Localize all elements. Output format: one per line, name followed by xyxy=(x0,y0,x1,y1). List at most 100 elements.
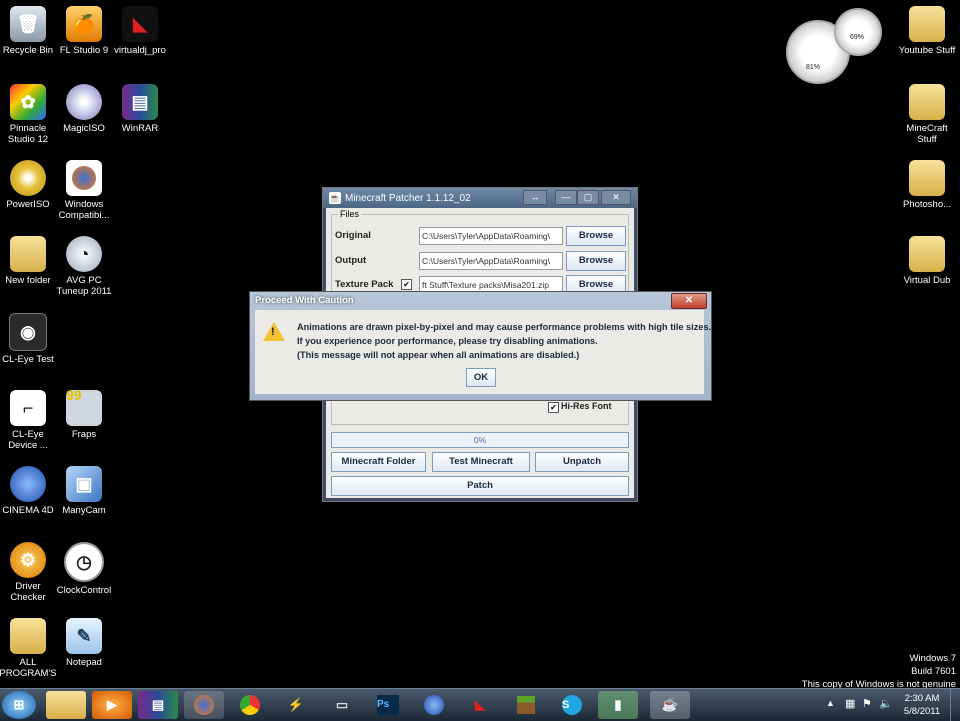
tray-clock[interactable]: 2:30 AM 5/8/2011 xyxy=(900,692,944,718)
taskbar-java-icon[interactable]: ☕ xyxy=(650,691,690,719)
desktop-icon-magiciso[interactable]: MagicISO xyxy=(53,84,115,134)
desktop-icon-fraps[interactable]: 99 Fraps xyxy=(53,388,115,440)
desktop-icon-minecraft-stuff[interactable]: MineCraft Stuff xyxy=(896,84,958,145)
icon-label: MagicISO xyxy=(63,123,105,134)
output-path-field[interactable]: C:\Users\Tyler\AppData\Roaming\ xyxy=(419,252,563,270)
tray-volume-icon[interactable]: 🔈 xyxy=(879,697,893,710)
warning-icon: ! xyxy=(263,322,285,341)
taskbar-virtualdj-icon[interactable]: ◣ xyxy=(460,691,500,719)
desktop-icon-all-programs[interactable]: ALL PROGRAM'S xyxy=(0,618,59,679)
tray-network-icon[interactable]: ▦ xyxy=(845,697,855,710)
icon-label: Notepad xyxy=(66,657,102,668)
taskbar-winamp-icon[interactable]: ⚡ xyxy=(276,691,316,719)
java-cup-icon: ☕ xyxy=(329,192,341,204)
minecraft-folder-button[interactable]: Minecraft Folder xyxy=(331,452,426,472)
desktop-icon-new-folder[interactable]: New folder xyxy=(0,236,59,286)
output-browse-button[interactable]: Browse xyxy=(566,251,626,271)
watermark-line-1: Windows 7 xyxy=(909,653,956,664)
desktop-icon-avg[interactable]: ◔ AVG PC Tuneup 2011 xyxy=(53,236,115,297)
minimize-button[interactable]: — xyxy=(555,190,577,205)
taskbar-firefox-icon[interactable] xyxy=(184,691,224,719)
test-minecraft-button[interactable]: Test Minecraft xyxy=(432,452,530,472)
icon-label: virtualdj_pro xyxy=(114,45,166,56)
icon-label: Photosho... xyxy=(902,199,952,210)
taskbar-skype-icon[interactable]: S xyxy=(552,691,592,719)
texture-pack-checkbox[interactable]: ✔ xyxy=(401,279,412,290)
desktop-icon-recycle-bin[interactable]: 🗑 Recycle Bin xyxy=(0,6,59,56)
caution-dialog[interactable]: Proceed With Caution ✕ ! Animations are … xyxy=(249,291,712,401)
manycam-icon: ▣ xyxy=(66,466,102,502)
folder-icon xyxy=(909,6,945,42)
original-path-field[interactable]: C:\Users\Tyler\AppData\Roaming\ xyxy=(419,227,563,245)
taskbar-photoshop-icon[interactable]: Ps xyxy=(368,691,408,719)
dialog-message-line-2: If you experience poor performance, plea… xyxy=(297,336,598,346)
folder-icon xyxy=(10,618,46,654)
desktop-icon-virtualdj[interactable]: ◣ virtualdj_pro xyxy=(109,6,171,56)
start-button[interactable]: ⊞ xyxy=(2,691,36,719)
taskbar-minecraft-icon[interactable] xyxy=(506,691,546,719)
icon-label: WinRAR xyxy=(121,123,159,134)
window-title: Minecraft Patcher 1.1.12_02 xyxy=(345,192,471,204)
desktop-icon-youtube-stuff[interactable]: Youtube Stuff xyxy=(896,6,958,56)
patch-button[interactable]: Patch xyxy=(331,476,629,496)
desktop-icon-fl-studio[interactable]: 🍊 FL Studio 9 xyxy=(53,6,115,56)
tray-date: 5/8/2011 xyxy=(903,706,941,717)
desktop-icon-virtual-dub[interactable]: Virtual Dub xyxy=(896,236,958,286)
taskbar-cinema4d-icon[interactable] xyxy=(414,691,454,719)
desktop-icon-manycam[interactable]: ▣ ManyCam xyxy=(53,466,115,516)
desktop-icon-driver-checker[interactable]: ⚙ Driver Checker xyxy=(0,542,59,603)
tray-flag-icon[interactable]: ⚑ xyxy=(862,697,872,710)
show-desktop-button[interactable] xyxy=(950,689,960,721)
desktop-icon-photosho[interactable]: Photosho... xyxy=(896,160,958,210)
cinema4d-icon xyxy=(10,466,46,502)
unpatch-button[interactable]: Unpatch xyxy=(535,452,629,472)
files-legend: Files xyxy=(338,209,362,219)
original-browse-button[interactable]: Browse xyxy=(566,226,626,246)
dialog-body: ! Animations are drawn pixel-by-pixel an… xyxy=(255,310,711,394)
dialog-close-button[interactable]: ✕ xyxy=(671,293,707,309)
taskbar: ⊞ ▶ ▤ ⚡ ▭ Ps ◣ S ▮ ☕ ▲ ▦ ⚑ 🔈 2:30 AM 5/8… xyxy=(0,688,960,721)
desktop-icon-windows-compat[interactable]: Windows Compatibi... xyxy=(53,160,115,221)
taskbar-chrome-icon[interactable] xyxy=(230,691,270,719)
desktop-icon-winrar[interactable]: ▤ WinRAR xyxy=(109,84,171,134)
gear-icon: ⚙ xyxy=(10,542,46,578)
hires-font-checkbox[interactable]: ✔ xyxy=(548,402,559,413)
desktop-icon-pinnacle[interactable]: ✿ Pinnacle Studio 12 xyxy=(0,84,59,145)
icon-label: PowerISO xyxy=(6,199,50,210)
progress-bar: 0% xyxy=(331,432,629,448)
taskbar-media-player-icon[interactable]: ▶ xyxy=(92,691,132,719)
output-label: Output xyxy=(335,255,367,266)
fl-studio-icon: 🍊 xyxy=(66,6,102,42)
icon-label: Windows Compatibi... xyxy=(58,199,110,221)
original-label: Original xyxy=(335,230,371,241)
tray-time: 2:30 AM xyxy=(904,693,940,704)
close-button[interactable]: ✕ xyxy=(601,190,631,205)
maximize-button[interactable]: ▢ xyxy=(577,190,599,205)
icon-label: Youtube Stuff xyxy=(898,45,956,56)
winrar-icon: ▤ xyxy=(122,84,158,120)
disc-icon xyxy=(10,160,46,196)
dialog-ok-button[interactable]: OK xyxy=(466,368,496,387)
taskbar-explorer-icon[interactable] xyxy=(46,691,86,719)
desktop-icon-cinema4d[interactable]: CINEMA 4D xyxy=(0,466,59,516)
folder-icon xyxy=(909,236,945,272)
taskbar-video-icon[interactable]: ▭ xyxy=(322,691,362,719)
show-hidden-icons[interactable]: ▲ xyxy=(826,698,835,708)
taskbar-winrar-icon[interactable]: ▤ xyxy=(138,691,178,719)
desktop-icon-poweriso[interactable]: PowerISO xyxy=(0,160,59,210)
resize-button[interactable]: ↔ xyxy=(523,190,547,205)
taskbar-camera-icon[interactable]: ▮ xyxy=(598,691,638,719)
desktop-icon-notepad[interactable]: ✎ Notepad xyxy=(53,618,115,668)
memory-gauge-value: 69% xyxy=(850,34,865,41)
icon-label: Virtual Dub xyxy=(903,275,951,286)
disc-icon xyxy=(66,84,102,120)
hires-font-label: Hi-Res Font xyxy=(561,401,612,411)
desktop-icon-cl-eye-device[interactable]: ⌐ CL-Eye Device ... xyxy=(0,390,59,451)
desktop-icon-clockcontrol[interactable]: ◷ ClockControl xyxy=(53,542,115,596)
desktop-icon-cl-eye-test[interactable]: ◉ CL-Eye Test xyxy=(0,313,59,365)
icon-label: CINEMA 4D xyxy=(2,505,54,516)
icon-label: Recycle Bin xyxy=(2,45,54,56)
cpu-meter-gadget[interactable]: 81% 69% xyxy=(786,8,882,84)
dialog-message-line-1: Animations are drawn pixel-by-pixel and … xyxy=(297,322,712,332)
watermark-line-2: Build 7601 xyxy=(911,666,956,677)
